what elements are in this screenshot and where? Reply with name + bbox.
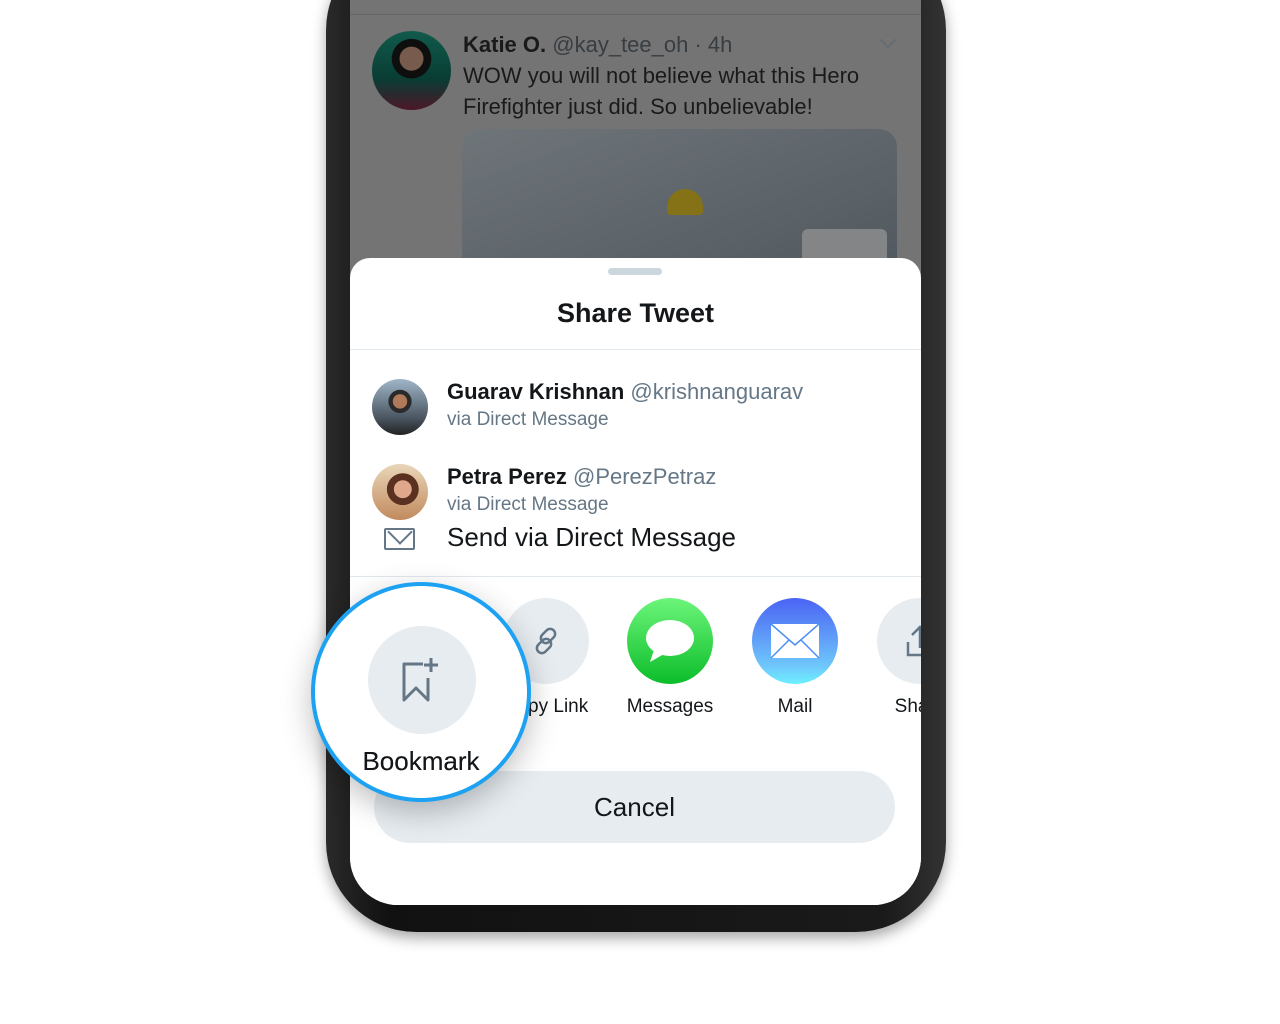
share-button[interactable]: Share [865, 598, 921, 718]
contact-via: via Direct Message [447, 494, 609, 515]
avatar[interactable] [372, 31, 451, 110]
mail-button[interactable]: Mail [740, 598, 850, 718]
tweet-text: WOW you will not believe what this Hero … [463, 63, 860, 119]
send-dm-label: Send via Direct Message [447, 522, 737, 552]
sheet-title: Share Tweet [556, 298, 715, 328]
messages-button[interactable]: Messages [615, 598, 725, 718]
bookmark-plus-icon[interactable] [368, 626, 476, 734]
avatar [372, 464, 428, 520]
share-sheet: Share Tweet Guarav Krishnan @krishnangua… [350, 258, 921, 905]
contact-item[interactable]: Petra Perez @PerezPetraz via Direct Mess… [372, 464, 912, 524]
divider [350, 14, 921, 15]
divider [350, 349, 921, 350]
envelope-icon [384, 528, 415, 550]
messages-icon [627, 598, 713, 684]
contact-name: Guarav Krishnan @krishnanguarav [447, 379, 804, 404]
tweet-author: Katie O. [463, 32, 547, 57]
contact-name: Petra Perez @PerezPetraz [447, 464, 717, 489]
tweet-header: Katie O. @kay_tee_oh · 4h [463, 32, 732, 58]
app-label: Share [894, 696, 921, 717]
app-label: Messages [626, 696, 714, 717]
bookmark-label[interactable]: Bookmark [315, 746, 527, 777]
tweet-time: · 4h [694, 32, 733, 57]
app-label: Mail [777, 696, 813, 717]
firefighter-helmet [667, 189, 703, 215]
tweet-handle: @kay_tee_oh [552, 32, 689, 57]
chevron-down-icon[interactable] [879, 31, 897, 49]
mail-icon [752, 598, 838, 684]
avatar [372, 379, 428, 435]
send-dm-item[interactable]: Send via Direct Message [384, 522, 737, 553]
drag-handle[interactable] [608, 268, 662, 275]
timeline-dimmed[interactable]: Katie O. @kay_tee_oh · 4h WOW you will n… [350, 0, 921, 329]
share-icon [877, 598, 921, 684]
contact-via: via Direct Message [447, 409, 609, 430]
contact-item[interactable]: Guarav Krishnan @krishnanguarav via Dire… [372, 379, 912, 439]
divider [350, 576, 921, 577]
